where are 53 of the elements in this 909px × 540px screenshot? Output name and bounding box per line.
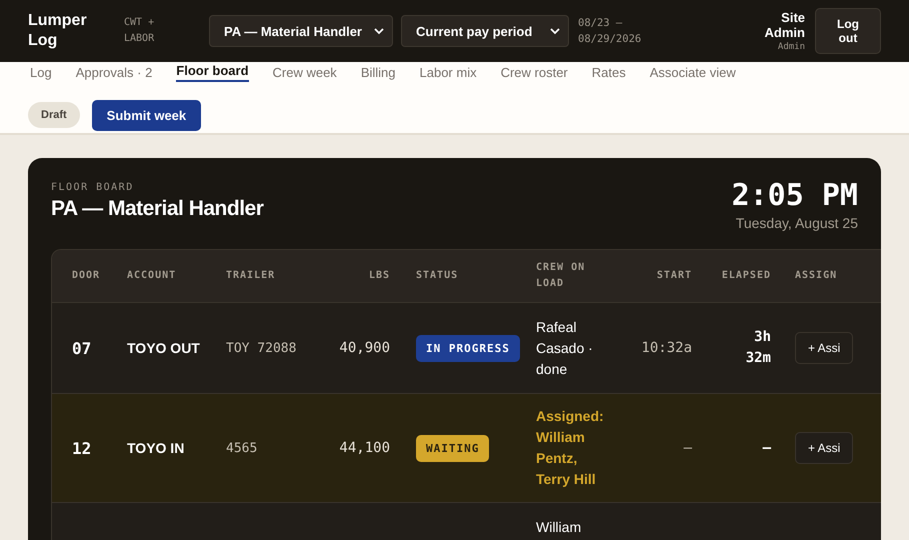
table-cell-text: 07: [72, 338, 92, 358]
nav-tab[interactable]: Billing: [360, 65, 396, 82]
table-cell-text: Rafeal Casado · done: [535, 318, 594, 378]
nav-tab[interactable]: Crew roster: [500, 65, 568, 82]
table-cell-text: 44,100: [338, 440, 390, 456]
nav-tab[interactable]: Associate view: [650, 65, 736, 82]
column-header: ASSIGN: [794, 269, 838, 283]
submit-button[interactable]: Submit week: [92, 100, 202, 130]
chevron-down-icon: [374, 28, 384, 34]
assign-button[interactable]: + Assi: [795, 432, 854, 464]
table-cell-text: 10:32a: [640, 340, 692, 356]
column-header: CREW ON LOAD: [535, 261, 586, 291]
status-badge: WAITING: [416, 434, 490, 462]
logout-button[interactable]: Log out: [815, 8, 881, 54]
assign-button[interactable]: + Assi: [795, 332, 854, 364]
user-role: Admin: [776, 42, 805, 52]
column-header: START: [656, 269, 692, 283]
column-header: TRAILER: [226, 269, 276, 283]
app-subtitle: CWT + LABOR: [124, 16, 156, 46]
status-badge: IN PROGRESS: [416, 334, 520, 362]
clock-time: 2:05 PM: [732, 179, 858, 213]
table-cell-text: Assigned: William Pentz, Terry Hill: [535, 407, 605, 489]
nav-tab[interactable]: Floor board: [176, 63, 249, 82]
table-cell-text: 12: [72, 438, 92, 458]
table-cell-text: William: [535, 518, 582, 537]
table-cell-text: 4565: [226, 440, 258, 456]
column-header: ACCOUNT: [127, 269, 178, 283]
table-cell-text: —: [682, 440, 692, 456]
user-name: Site Admin: [764, 10, 805, 40]
nav-tab[interactable]: Approvals · 2: [76, 65, 152, 82]
column-header: DOOR: [72, 269, 102, 283]
app-logo: Lumper Log: [28, 11, 88, 51]
table-cell-text: 40,900: [338, 340, 390, 356]
period-select[interactable]: Current pay period: [401, 15, 569, 47]
nav-tab[interactable]: Rates: [592, 65, 626, 82]
column-header: LBS: [368, 269, 390, 283]
board-title: PA — Material Handler: [51, 197, 264, 221]
period-range: 08/23 – 08/29/2026: [578, 16, 642, 47]
table-cell-text: —: [762, 438, 771, 458]
column-header: ELAPSED: [720, 269, 771, 283]
table-cell-text: 3h 32m: [744, 328, 771, 368]
nav-tab[interactable]: Crew week: [272, 65, 337, 82]
clock-date: Tuesday, August 25: [734, 215, 858, 231]
table-cell-text: TOY 72088: [226, 340, 298, 356]
nav-tab[interactable]: Labor mix: [420, 65, 477, 82]
status-badge: Draft: [28, 102, 80, 128]
chevron-down-icon: [550, 28, 560, 34]
column-header: STATUS: [415, 269, 460, 283]
nav-tab[interactable]: Log: [30, 65, 52, 82]
role-select[interactable]: PA — Material Handler: [209, 15, 393, 47]
table-cell-text: TOYO OUT: [127, 340, 201, 356]
section-label: FLOOR BOARD: [51, 182, 135, 193]
table-cell-text: TOYO IN: [127, 440, 186, 456]
